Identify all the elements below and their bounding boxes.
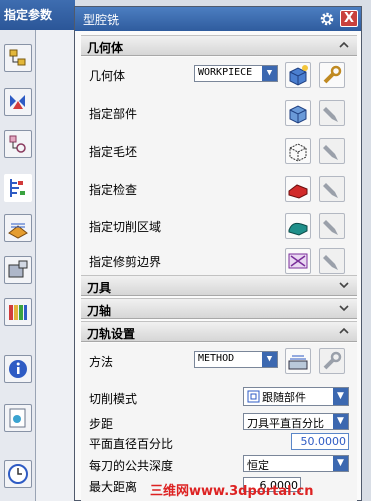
specify-check-label: 指定检查 [89, 183, 138, 197]
display-part-button[interactable] [319, 100, 345, 126]
dialog-titlebar: 型腔铣 X [75, 7, 361, 31]
tool-axis-section-title: 刀轴 [87, 304, 112, 318]
display-blank-button[interactable] [319, 138, 345, 164]
cavity-mill-dialog: 型腔铣 X 几何体 几何体 WORKPIECE ▼ 指定部件 指定毛坯 指定检查 [74, 6, 362, 501]
close-button[interactable]: X [340, 10, 358, 27]
cut-pattern-dropdown-value: 跟随部件 [262, 391, 306, 404]
common-depth-dropdown-value: 恒定 [247, 459, 269, 472]
chevron-up-icon [337, 38, 351, 52]
part-navigator-icon[interactable] [4, 130, 32, 158]
follow-part-icon [247, 390, 260, 403]
method-label: 方法 [89, 355, 114, 369]
geometry-section-title: 几何体 [87, 41, 124, 55]
percent-diameter-label: 平面直径百分比 [89, 437, 174, 451]
tool-axis-section-header[interactable]: 刀轴 [81, 298, 357, 319]
geometry-section-body [81, 57, 357, 275]
new-method-button[interactable] [285, 348, 311, 374]
assembly-navigator-icon[interactable] [4, 44, 32, 72]
common-depth-dropdown[interactable]: 恒定 ▼ [243, 455, 349, 472]
display-check-button[interactable] [319, 176, 345, 202]
specify-part-label: 指定部件 [89, 107, 138, 121]
path-settings-section-header[interactable]: 刀轨设置 [81, 321, 357, 342]
machining-feature-navigator-icon[interactable] [4, 256, 32, 284]
system-info-icon[interactable] [4, 355, 32, 383]
resource-bar-gap [36, 30, 74, 501]
display-cut-area-button[interactable] [319, 213, 345, 239]
geometry-dropdown[interactable]: WORKPIECE ▼ [194, 65, 278, 82]
geometry-label: 几何体 [89, 69, 126, 83]
dialog-title: 型腔铣 [83, 13, 120, 27]
max-distance-label: 最大距离 [89, 480, 138, 494]
specify-part-button[interactable] [285, 100, 311, 126]
percent-diameter-input[interactable]: 50.0000 [291, 433, 349, 450]
operation-navigator-icon[interactable] [4, 174, 32, 202]
specify-blank-button[interactable] [285, 138, 311, 164]
chevron-down-icon [337, 278, 351, 292]
stepover-dropdown-value: 刀具平直百分比 [247, 417, 324, 430]
method-dropdown[interactable]: METHOD ▼ [194, 351, 278, 368]
stepover-dropdown[interactable]: 刀具平直百分比 ▼ [243, 413, 349, 430]
chevron-up-icon [337, 324, 351, 338]
reuse-library-icon[interactable] [4, 298, 32, 326]
geometry-dropdown-value: WORKPIECE [198, 67, 253, 78]
chevron-down-icon: ▼ [333, 414, 348, 429]
method-dropdown-value: METHOD [198, 353, 235, 364]
geometry-section-header[interactable]: 几何体 [81, 35, 357, 56]
specify-cut-area-label: 指定切削区域 [89, 220, 162, 234]
common-depth-label: 每刀的公共深度 [89, 459, 174, 473]
chevron-down-icon: ▼ [262, 66, 277, 81]
cut-pattern-label: 切削模式 [89, 392, 138, 406]
chevron-down-icon [337, 301, 351, 315]
specify-cut-area-button[interactable] [285, 213, 311, 239]
specify-blank-label: 指定毛坯 [89, 145, 138, 159]
web-browser-icon[interactable] [4, 404, 32, 432]
display-trim-boundary-button[interactable] [319, 248, 345, 274]
tool-section-header[interactable]: 刀具 [81, 275, 357, 296]
tool-section-title: 刀具 [87, 281, 112, 295]
edit-geometry-button[interactable] [319, 62, 345, 88]
machine-tool-navigator-icon[interactable] [4, 214, 32, 242]
stepover-label: 步距 [89, 417, 114, 431]
constraint-navigator-icon[interactable] [4, 88, 32, 116]
edit-method-button[interactable] [319, 348, 345, 374]
specify-check-button[interactable] [285, 176, 311, 202]
gear-icon[interactable] [319, 11, 335, 27]
specify-trim-boundary-button[interactable] [285, 248, 311, 274]
chevron-down-icon: ▼ [262, 352, 277, 367]
history-icon[interactable] [4, 460, 32, 488]
resource-bar-header: 指定参数 [0, 0, 75, 30]
new-geometry-button[interactable] [285, 62, 311, 88]
watermark: 三维网www.3dportal.cn [150, 484, 314, 499]
chevron-down-icon: ▼ [333, 456, 348, 471]
specify-trim-boundary-label: 指定修剪边界 [89, 255, 162, 269]
chevron-down-icon: ▼ [333, 388, 348, 405]
cut-pattern-dropdown[interactable]: 跟随部件 ▼ [243, 387, 349, 406]
path-settings-section-title: 刀轨设置 [87, 327, 136, 341]
